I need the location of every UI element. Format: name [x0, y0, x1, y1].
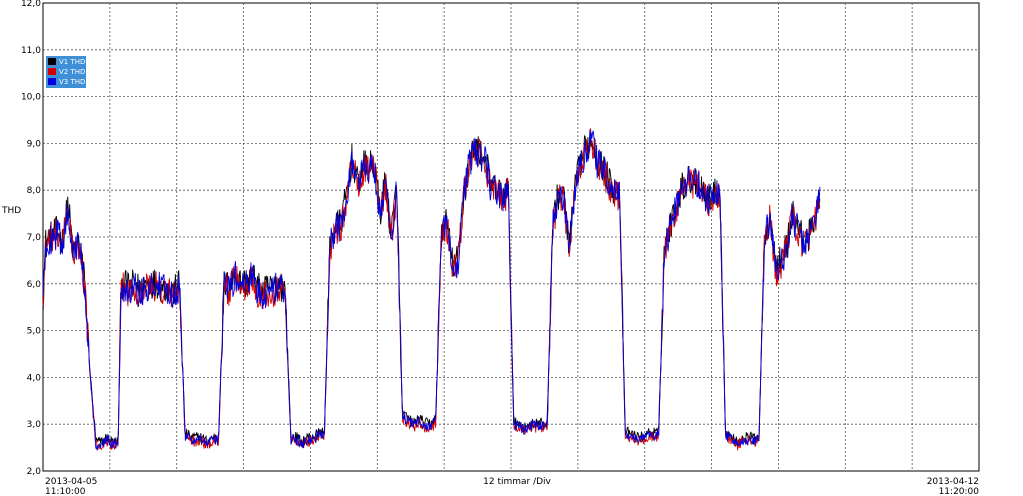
legend: V1 THD V2 THD V3 THD — [46, 56, 86, 88]
x-start-date: 2013-04-05 — [45, 477, 97, 487]
x-end-date: 2013-04-12 — [927, 477, 979, 487]
thd-chart: 12,0 11,0 10,0 9,0 8,0 7,0 6,0 5,0 4,0 3,0 2,0 THD… — [1, 0, 980, 496]
y-tick-label: 8,0 — [27, 186, 42, 196]
x-axis-title: 12 timmar /Div — [483, 477, 551, 487]
y-axis-title: THD — [1, 206, 21, 216]
legend-swatch-v3 — [48, 78, 56, 85]
legend-label-v1: V1 THD — [59, 58, 85, 66]
y-tick-label: 3,0 — [27, 420, 42, 430]
y-tick-labels: 12,0 11,0 10,0 9,0 8,0 7,0 6,0 5,0 4,0 3,0 2,0 — [21, 0, 41, 477]
legend-label-v3: V3 THD — [59, 78, 85, 86]
legend-label-v2: V2 THD — [59, 68, 85, 76]
y-tick-label: 6,0 — [27, 280, 42, 290]
legend-swatch-v2 — [48, 68, 56, 75]
y-tick-label: 4,0 — [27, 373, 42, 383]
y-tick-label: 7,0 — [27, 233, 42, 243]
y-tick-label: 2,0 — [27, 467, 42, 477]
x-end-time: 11:20:00 — [939, 487, 980, 496]
y-tick-label: 9,0 — [27, 139, 42, 149]
y-tick-label: 11,0 — [21, 46, 41, 56]
y-tick-label: 5,0 — [27, 327, 42, 337]
y-tick-label: 12,0 — [21, 0, 41, 9]
x-start-time: 11:10:00 — [45, 487, 86, 496]
y-tick-label: 10,0 — [21, 93, 41, 103]
legend-swatch-v1 — [48, 58, 56, 65]
